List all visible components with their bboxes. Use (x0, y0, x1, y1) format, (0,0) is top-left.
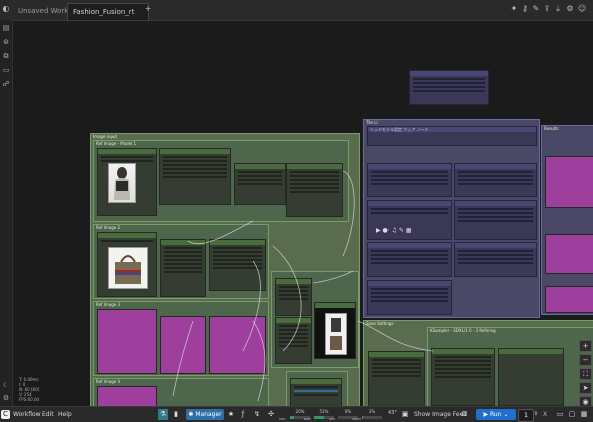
templates-icon[interactable]: ☍ (2, 80, 10, 88)
menu-workflow[interactable]: Workflow (13, 407, 41, 422)
star-icon[interactable]: ★ (226, 409, 236, 420)
graph-icon[interactable]: ⚗ (158, 409, 168, 420)
manager-button[interactable]: ✱ Manager (186, 409, 224, 420)
gear-icon[interactable]: ⚙ (565, 3, 575, 15)
ram-label: RAM (304, 417, 311, 422)
puzzle-piece-icon[interactable]: ✣ (266, 409, 276, 420)
cancel-button[interactable]: X (543, 407, 547, 422)
ram-bar-fill (314, 416, 324, 419)
cpu-value: 20% (290, 409, 310, 414)
ram-stat: 51% (314, 409, 334, 414)
comfy-logo-icon[interactable]: C (1, 410, 10, 419)
new-tab-button[interactable]: + (143, 3, 153, 15)
menu-help[interactable]: Help (58, 407, 72, 422)
share-icon[interactable]: ⇪ (542, 3, 552, 15)
cpu-label: CPU (279, 417, 285, 422)
grid-icon[interactable]: ▦ (579, 409, 589, 420)
settings-icon[interactable]: ⚙ (2, 394, 10, 402)
fx-icon[interactable]: ƒ (238, 409, 248, 420)
image-feed-icon[interactable]: ▣ (400, 409, 410, 420)
vram-value: 2% (362, 409, 382, 414)
vram-stat: 2% (362, 409, 382, 414)
comfy-logo-icon[interactable]: ◐ (1, 3, 11, 15)
top-tab-bar: ◐ Unsaved Workflow Fashion_Fusion_rt + ✦… (0, 0, 593, 21)
gpu-label: GPU (329, 417, 335, 422)
stat-line: FPS:60.00 (19, 397, 39, 402)
workflows-icon[interactable]: ▭ (2, 66, 10, 74)
vram-label: VRAM (352, 417, 361, 422)
cpu-bar-fill (290, 416, 294, 419)
key-icon[interactable]: ⚷ (520, 3, 530, 15)
pencil-icon[interactable]: ✎ (531, 3, 541, 15)
ram-value: 51% (314, 409, 334, 414)
bottom-menu-bar: C Workflow Edit Help ⚗ ▮ ✱ Manager ★ ƒ ↯… (0, 406, 593, 422)
run-button[interactable]: ▶ Run ⌄ (476, 409, 516, 420)
tab-unsaved-workflow[interactable]: Unsaved Workflow (13, 3, 73, 19)
stepper-icon[interactable]: ⇕ (531, 409, 541, 420)
vram-bar (362, 416, 382, 419)
gpu-value: 0% (338, 409, 358, 414)
left-sidebar: ▤ ⊛ ⧉ ▭ ☍ ☾ ⚙ (0, 20, 13, 406)
model-library-icon[interactable]: ⧉ (2, 52, 10, 60)
cpu-stat: 20% (290, 409, 310, 414)
monitor-icon[interactable]: ▢ (567, 409, 577, 420)
run-label: Run (490, 411, 502, 418)
manager-label: Manager (195, 411, 221, 418)
graph-canvas[interactable]: Image input Ref Image - Model 1 Ref Imag (13, 21, 593, 406)
user-icon[interactable]: ☺ (577, 3, 587, 15)
pin-icon[interactable]: ✦ (509, 3, 519, 15)
panel-toggle-icon[interactable]: ▭ (555, 409, 565, 420)
temperature-value: 43° (388, 411, 397, 416)
canvas-stats: T: 0.00ms I: 0 N: 60 [60] V: 254 FPS:60.… (19, 377, 39, 402)
gpu-stat: 0% (338, 409, 358, 414)
menu-edit[interactable]: Edit (42, 407, 54, 422)
chevron-down-icon: ⌄ (502, 411, 509, 418)
lightning-icon[interactable]: ↯ (252, 409, 262, 420)
download-icon[interactable]: ⤓ (553, 3, 563, 15)
node-library-icon[interactable]: ⊛ (2, 38, 10, 46)
bookmark-icon[interactable]: ▮ (171, 409, 181, 420)
queue-icon[interactable]: ▤ (2, 24, 10, 32)
feed-toggle-icon[interactable]: ⚙ (459, 409, 469, 420)
theme-icon[interactable]: ☾ (2, 381, 10, 389)
connection-wires (13, 21, 593, 406)
tab-fashion-fusion[interactable]: Fashion_Fusion_rt (67, 3, 149, 20)
